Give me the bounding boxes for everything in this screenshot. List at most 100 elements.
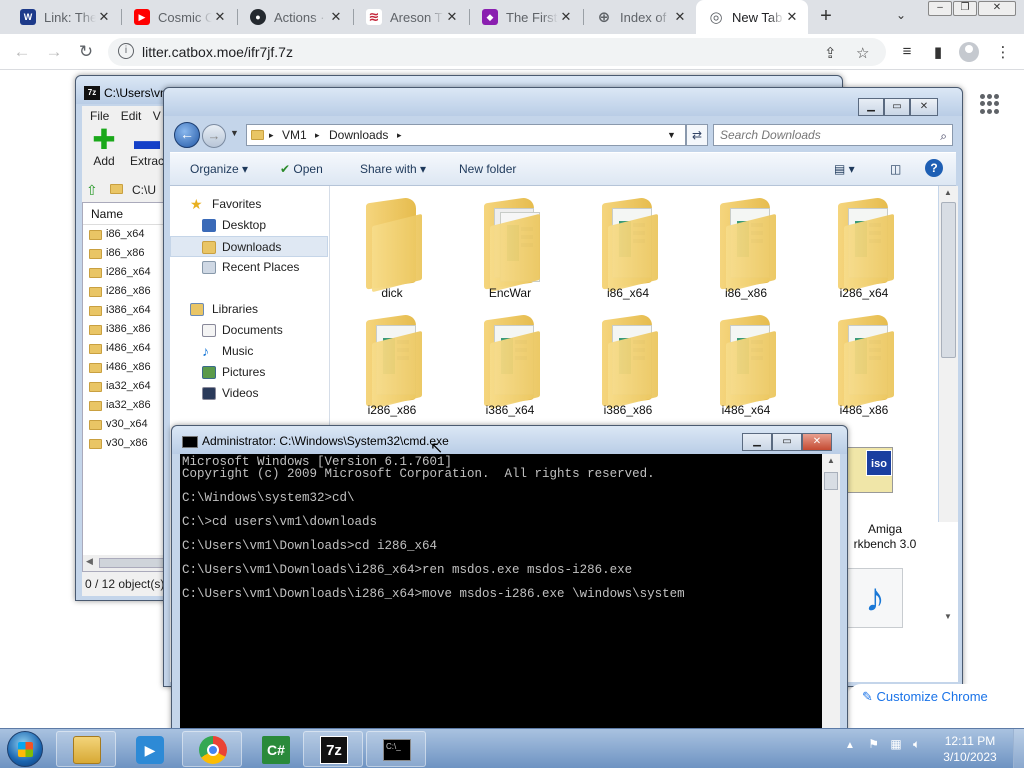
help-icon[interactable]: ? [925,159,943,177]
close-icon[interactable]: ✕ [672,9,688,25]
menu-view[interactable]: V [153,109,161,123]
cmd-minimize-button[interactable]: ▁ [742,433,772,451]
list-item[interactable]: i386_x64 [83,301,171,320]
open-button[interactable]: ✔ Open [280,162,323,176]
explorer-minimize-button[interactable]: ▁ [858,98,884,116]
menu-edit[interactable]: Edit [121,109,142,123]
preview-pane-icon[interactable]: ◫ [890,162,901,176]
cmd-maximize-button[interactable]: ▭ [772,433,802,451]
tab-actions[interactable]: ● Actions · ✕ [238,0,352,34]
add-button[interactable]: ✚ Add [86,126,122,176]
close-icon[interactable]: ✕ [212,9,228,25]
tray-overflow-icon[interactable]: ▲ [845,740,855,751]
close-icon[interactable]: ✕ [96,9,112,25]
new-folder-button[interactable]: New folder [459,162,516,176]
explorer-close-button[interactable]: ✕ [910,98,938,116]
folder-tile[interactable]: EncWar [460,186,560,300]
taskbar-explorer[interactable] [56,731,116,767]
close-icon[interactable]: ✕ [558,9,574,25]
list-item[interactable]: i86_x86 [83,244,171,263]
scroll-down-arrow-icon[interactable]: ▼ [944,612,952,621]
address-dropdown-icon[interactable]: ▼ [667,125,676,145]
nav-downloads[interactable]: Downloads [170,236,328,257]
folder-tile[interactable]: i286_x64 [814,186,914,300]
console-output[interactable]: Microsoft Windows [Version 6.1.7601] Copy… [180,454,822,734]
taskbar-media-player[interactable]: ▶ [119,731,179,767]
show-desktop-button[interactable] [1013,729,1024,768]
close-icon[interactable]: ✕ [444,9,460,25]
list-item[interactable]: i286_x64 [83,263,171,282]
bookmark-star-icon[interactable]: ☆ [856,44,869,62]
tab-areson[interactable]: ≋ Areson T ✕ [354,0,468,34]
nav-desktop[interactable]: Desktop [170,215,328,236]
list-item[interactable]: v30_x86 [83,434,171,453]
taskbar-csharp[interactable]: C# [245,731,305,767]
refresh-icon[interactable]: ⇄ [686,124,708,146]
media-queue-icon[interactable]: ≡ [897,43,917,60]
explorer-maximize-button[interactable]: ▭ [884,98,910,116]
history-dropdown-icon[interactable]: ▼ [230,128,239,138]
tab-link-the[interactable]: W Link: The ✕ [8,0,120,34]
folder-tile[interactable]: i286_x86 [342,303,442,417]
cmd-close-button[interactable]: ✕ [802,433,832,451]
kebab-menu-icon[interactable]: ⋮ [993,43,1013,61]
forward-arrow-icon[interactable]: → [42,40,66,64]
taskbar-7zip[interactable]: 7z [303,731,363,767]
volume-icon[interactable]: 🔈︎ [913,737,920,751]
sevenzip-path[interactable]: C:\U [132,183,156,197]
close-icon[interactable]: ✕ [784,9,800,25]
folder-tile[interactable]: i486_x86 [814,303,914,417]
network-icon[interactable]: ▦ [890,737,901,751]
start-button[interactable] [7,731,43,767]
minimize-button[interactable]: – [928,1,952,16]
list-item[interactable]: ia32_x64 [83,377,171,396]
forward-arrow-icon[interactable]: → [202,124,226,148]
explorer-vertical-scrollbar[interactable]: ▲ [939,186,958,522]
nav-videos[interactable]: Videos [170,383,328,404]
list-item[interactable]: i286_x86 [83,282,171,301]
amiga-iso-file-icon[interactable]: iso [847,447,893,493]
horizontal-scrollbar[interactable]: ◀ [83,555,171,571]
action-center-icon[interactable]: ⚑ [868,737,879,751]
back-arrow-icon[interactable]: ← [10,40,34,64]
folder-tile[interactable]: i86_x64 [578,186,678,300]
taskbar-chrome[interactable] [182,731,242,767]
column-header-name[interactable]: Name [83,203,171,225]
tab-new-tab[interactable]: ◎ New Tab ✕ [696,0,808,34]
share-icon[interactable]: ⇪ [824,44,837,62]
search-icon[interactable]: ⌕ [940,126,947,146]
nav-documents[interactable]: Documents [170,320,328,341]
cmd-vertical-scrollbar[interactable]: ▲ [822,454,840,734]
nav-libraries[interactable]: Libraries [170,299,328,320]
list-item[interactable]: ia32_x86 [83,396,171,415]
tab-index-of[interactable]: ⊕ Index of ✕ [584,0,696,34]
list-item[interactable]: v30_x64 [83,415,171,434]
up-folder-icon[interactable]: ⇧ [86,182,98,199]
view-options-icon[interactable]: ▤ ▾ [834,162,855,176]
list-item[interactable]: i86_x64 [83,225,171,244]
apps-grid-icon[interactable] [980,94,1000,114]
list-item[interactable]: i386_x86 [83,320,171,339]
site-info-icon[interactable]: i [118,43,134,59]
list-item[interactable]: i486_x86 [83,358,171,377]
close-window-button[interactable]: ✕ [978,1,1016,16]
restore-button[interactable]: ❐ [953,1,977,16]
breadcrumb-vm1[interactable]: VM1 [282,125,307,145]
folder-tile[interactable]: i386_x86 [578,303,678,417]
organize-button[interactable]: Organize ▾ [190,162,248,176]
address-bar[interactable]: i litter.catbox.moe/ifr7jf.7z ⇪ ☆ [108,38,886,66]
clock[interactable]: 12:11 PM 3/10/2023 [938,733,1002,765]
amiga-file-label[interactable]: Amiga rkbench 3.0 [845,522,925,552]
search-input[interactable]: Search Downloads ⌕ [713,124,953,146]
tab-cosmic[interactable]: ▶ Cosmic C ✕ [122,0,236,34]
music-file-icon[interactable]: ♪ [847,568,903,628]
side-panel-icon[interactable]: ▮ [928,43,948,61]
new-tab-button[interactable]: + [814,5,838,29]
menu-file[interactable]: File [90,109,109,123]
back-arrow-icon[interactable]: ← [174,122,200,148]
share-with-button[interactable]: Share with ▾ [360,162,426,176]
taskbar-cmd[interactable]: C:\_ [366,731,426,767]
nav-favorites[interactable]: ★ Favorites [170,194,328,215]
close-icon[interactable]: ✕ [328,9,344,25]
nav-recent-places[interactable]: Recent Places [170,257,328,278]
